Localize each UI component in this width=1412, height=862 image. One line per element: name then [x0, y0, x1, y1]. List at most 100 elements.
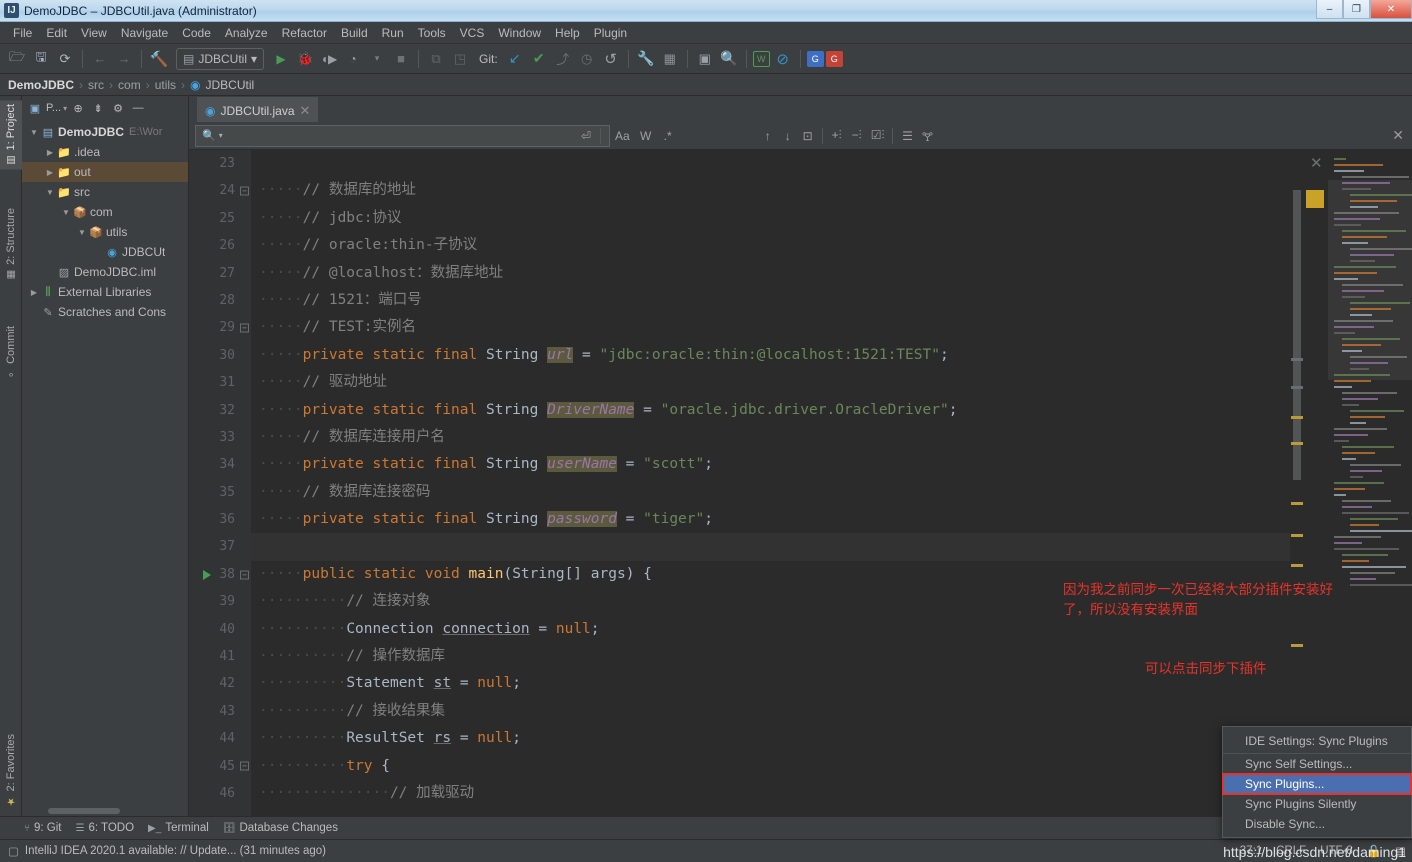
fold-marker[interactable]: −	[240, 570, 249, 579]
profiler-icon[interactable]: ◔	[342, 48, 364, 70]
search-input[interactable]: 🔍 ▾	[195, 125, 610, 147]
context-menu-item-sync-plugins-silently[interactable]: Sync Plugins Silently	[1223, 794, 1411, 814]
breadcrumb-item-demojdbc[interactable]: DemoJDBC	[8, 78, 74, 92]
sync-plugins-context-menu[interactable]: IDE Settings: Sync Plugins Sync Self Set…	[1222, 726, 1412, 838]
project-structure-icon[interactable]: ▦	[659, 48, 681, 70]
code-content[interactable]: ·····// 数据库的地址·····// jdbc:协议·····// ora…	[251, 150, 1290, 816]
context-menu-item-sync-plugins[interactable]: Sync Plugins...	[1223, 774, 1411, 794]
context-menu-item-sync-self-settings[interactable]: Sync Self Settings...	[1223, 754, 1411, 774]
gutter-line-37[interactable]: 37	[189, 533, 251, 560]
rail-item-project[interactable]: ▤1: Project	[0, 100, 22, 169]
status-message[interactable]: ▢ IntelliJ IDEA 2020.1 available: // Upd…	[8, 844, 326, 858]
gutter-line-40[interactable]: 40	[189, 616, 251, 643]
wrench-icon[interactable]: 🔧	[635, 48, 657, 70]
chevron-right-icon[interactable]: ▶	[44, 148, 56, 157]
rail-item-structure[interactable]: ▦2: Structure	[0, 204, 22, 284]
menu-code[interactable]: Code	[175, 24, 218, 42]
code-line-28[interactable]: ·····// 1521：端口号	[251, 287, 1290, 314]
locate-icon[interactable]: ⊕	[69, 99, 87, 117]
filter-icon[interactable]: 🝖	[917, 126, 937, 146]
gutter-line-41[interactable]: 41	[189, 643, 251, 670]
menu-run[interactable]: Run	[375, 24, 411, 42]
code-line-37[interactable]	[251, 533, 1290, 560]
menu-vcs[interactable]: VCS	[453, 24, 492, 42]
close-icon[interactable]: ✕	[1310, 154, 1323, 172]
menu-build[interactable]: Build	[334, 24, 375, 42]
chevron-down-icon[interactable]: ▾	[63, 104, 67, 113]
regex-toggle[interactable]: .*	[658, 126, 678, 146]
collapse-all-icon[interactable]: ⇟	[89, 99, 107, 117]
code-line-27[interactable]: ·····// @localhost：数据库地址	[251, 260, 1290, 287]
tree-node-com[interactable]: ▼📦com	[22, 202, 188, 222]
gutter-line-38[interactable]: 38−	[189, 561, 251, 588]
run-with-coverage-icon[interactable]: ◖▶	[318, 48, 340, 70]
context-menu-item-disable-sync[interactable]: Disable Sync...	[1223, 814, 1411, 834]
run-configuration-selector[interactable]: ▤ JDBCUtil ▾	[176, 48, 264, 70]
select-in-icon[interactable]: ▣	[694, 48, 716, 70]
format-icon[interactable]: ☰	[897, 126, 917, 146]
project-structure-icon[interactable]: ◳	[449, 48, 471, 70]
menu-file[interactable]: File	[6, 24, 39, 42]
chevron-down-icon[interactable]: ▼	[76, 228, 88, 237]
tree-node-src[interactable]: ▼📁src	[22, 182, 188, 202]
chevron-down-icon[interactable]: ▼	[44, 188, 56, 197]
tree-node-external-libraries[interactable]: ▶⫼External Libraries	[22, 282, 188, 302]
breadcrumb-item-com[interactable]: com	[118, 78, 141, 92]
git-update-icon[interactable]: ↙	[504, 48, 526, 70]
gutter-line-45[interactable]: 45−	[189, 753, 251, 780]
stripe-warning-marker[interactable]	[1291, 564, 1303, 567]
code-line-24[interactable]: ·····// 数据库的地址	[251, 177, 1290, 204]
menu-edit[interactable]: Edit	[39, 24, 74, 42]
menu-view[interactable]: View	[74, 24, 114, 42]
chevron-right-icon[interactable]: ▶	[44, 168, 56, 177]
gutter-line-43[interactable]: 43	[189, 698, 251, 725]
code-line-29[interactable]: ·····// TEST:实例名	[251, 314, 1290, 341]
gutter-line-36[interactable]: 36	[189, 506, 251, 533]
fold-marker[interactable]: −	[240, 324, 249, 333]
menu-help[interactable]: Help	[548, 24, 587, 42]
menu-navigate[interactable]: Navigate	[114, 24, 175, 42]
close-icon[interactable]: ✕	[300, 103, 311, 119]
chevron-down-icon[interactable]: ▾	[219, 131, 223, 140]
words-toggle[interactable]: W	[636, 126, 656, 146]
breadcrumb-item-jdbcutil[interactable]: JDBCUtil	[206, 78, 255, 92]
code-line-31[interactable]: ·····// 驱动地址	[251, 369, 1290, 396]
gutter-line-30[interactable]: 30	[189, 342, 251, 369]
hammer-icon[interactable]: 🔨	[148, 48, 170, 70]
gutter-line-46[interactable]: 46	[189, 780, 251, 807]
gutter-line-39[interactable]: 39	[189, 588, 251, 615]
gutter-line-24[interactable]: 24−	[189, 177, 251, 204]
code-line-43[interactable]: ··········// 接收结果集	[251, 698, 1290, 725]
stripe-warning-marker[interactable]	[1291, 644, 1303, 647]
code-line-33[interactable]: ·····// 数据库连接用户名	[251, 424, 1290, 451]
gutter-line-26[interactable]: 26	[189, 232, 251, 259]
arrow-right-icon[interactable]: →	[113, 48, 135, 70]
gutter-line-25[interactable]: 25	[189, 205, 251, 232]
rail-item-favorites[interactable]: ★2: Favorites	[0, 730, 22, 810]
minimize-button[interactable]: –	[1316, 0, 1343, 19]
rail-item-commit[interactable]: ⚬Commit	[0, 322, 22, 383]
project-view-icon[interactable]: ▣	[26, 99, 44, 117]
edit-occurrence-icon[interactable]: ☑⫶	[867, 126, 889, 146]
tree-node-scratches-and-cons[interactable]: ✎Scratches and Cons	[22, 302, 188, 322]
rollback-icon[interactable]: ↺	[600, 48, 622, 70]
error-stripe[interactable]	[1290, 150, 1304, 816]
gutter-line-33[interactable]: 33	[189, 424, 251, 451]
menu-analyze[interactable]: Analyze	[218, 24, 275, 42]
gutter-line-42[interactable]: 42	[189, 670, 251, 697]
menu-refactor[interactable]: Refactor	[275, 24, 334, 42]
history-icon[interactable]: ◷	[576, 48, 598, 70]
stripe-warning-marker[interactable]	[1291, 416, 1303, 419]
gutter-line-28[interactable]: 28	[189, 287, 251, 314]
code-line-45[interactable]: ··········try {	[251, 753, 1290, 780]
select-all-icon[interactable]: ⊡	[798, 126, 818, 146]
run-icon[interactable]: ▶	[270, 48, 292, 70]
minimap-viewport[interactable]	[1328, 180, 1412, 380]
select-in-icon[interactable]: ⧉	[425, 48, 447, 70]
tool-window-terminal[interactable]: ▶_Terminal	[148, 822, 209, 834]
plugin-green-icon[interactable]: W	[753, 51, 770, 67]
fold-marker[interactable]: −	[240, 762, 249, 771]
chevron-down-icon[interactable]: ▼	[60, 208, 72, 217]
tree-node-out[interactable]: ▶📁out	[22, 162, 188, 182]
multiline-icon[interactable]: ⏎	[576, 126, 596, 146]
